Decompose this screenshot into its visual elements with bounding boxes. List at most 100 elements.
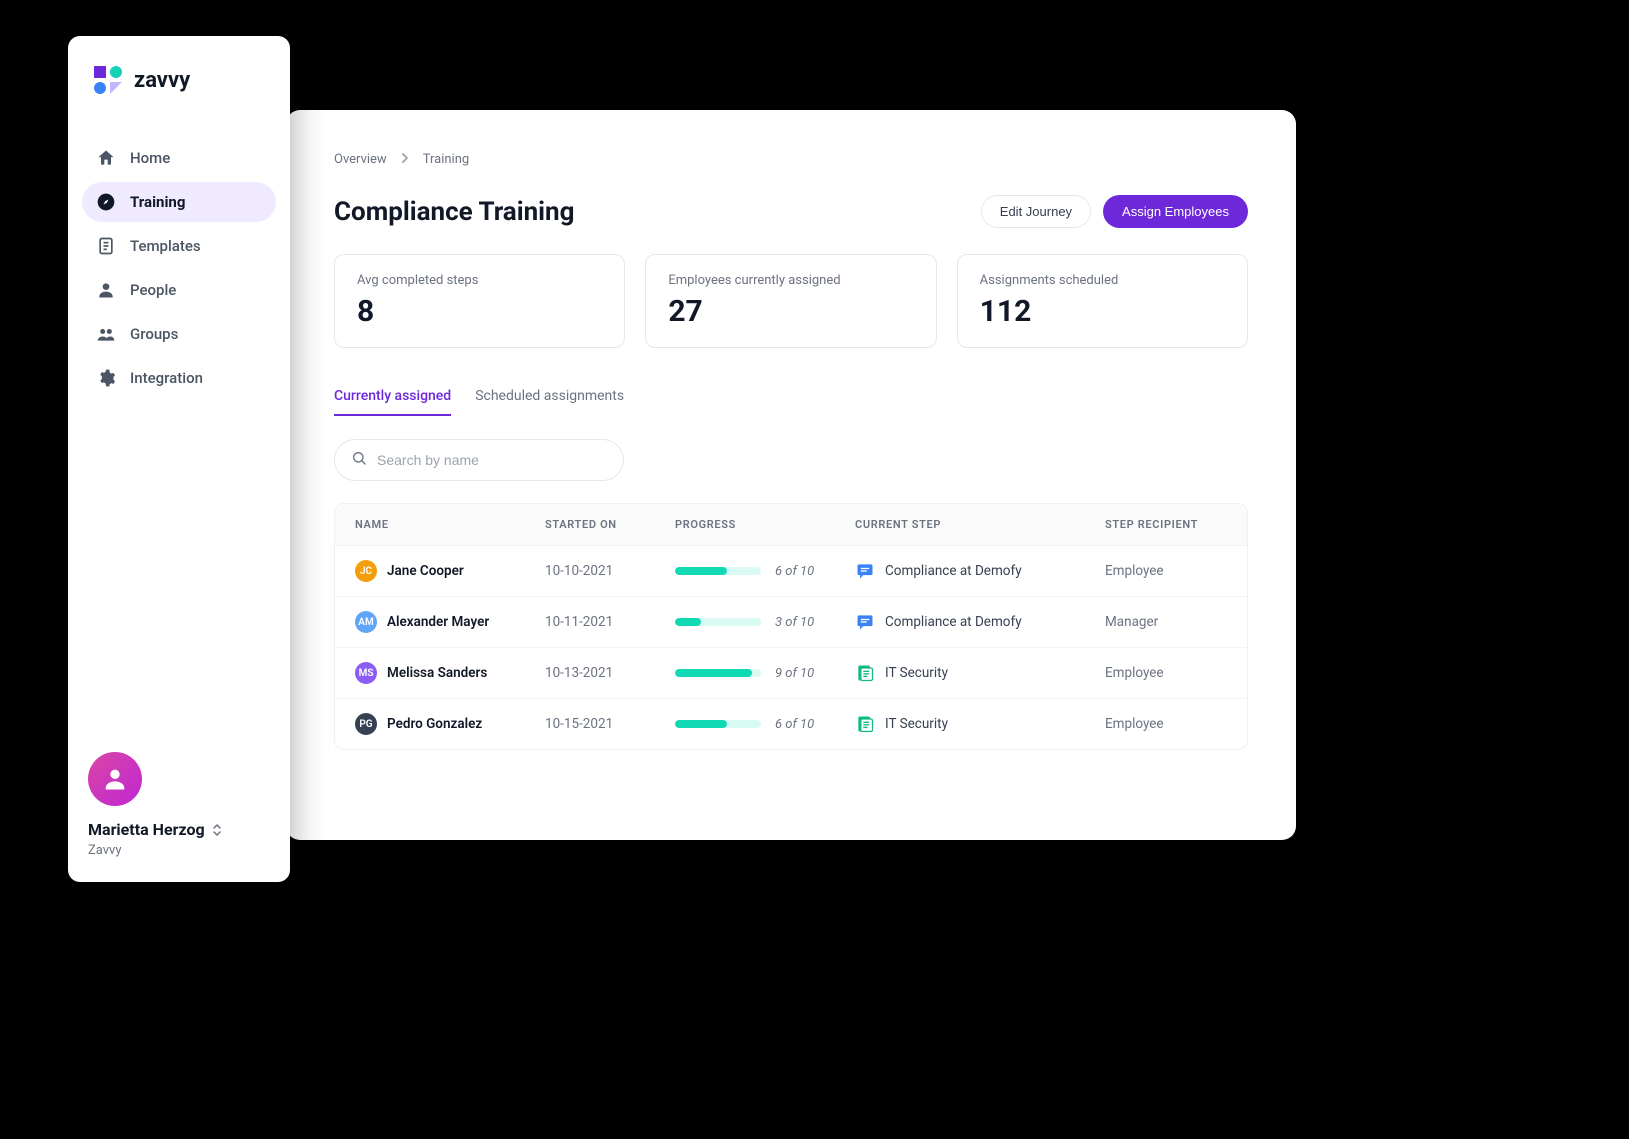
chat-icon — [855, 561, 875, 581]
progress-bar — [675, 720, 761, 728]
search-input-wrap[interactable] — [334, 439, 624, 481]
col-started: STARTED ON — [545, 518, 665, 531]
employee-name: Jane Cooper — [387, 563, 464, 579]
sidebar-item-label: Templates — [130, 237, 201, 255]
cell-recipient: Employee — [1105, 716, 1225, 732]
col-name: NAME — [355, 518, 535, 531]
user-name-text: Marietta Herzog — [88, 820, 205, 839]
avatar: AM — [355, 611, 377, 633]
employee-name: Alexander Mayer — [387, 614, 489, 630]
col-step: CURRENT STEP — [855, 518, 1095, 531]
sidebar-item-training[interactable]: Training — [82, 182, 276, 222]
tab-currently-assigned[interactable]: Currently assigned — [334, 382, 451, 416]
remove-button[interactable]: Remove — [1235, 612, 1248, 632]
sidebar-item-label: Home — [130, 149, 170, 167]
brand-logo[interactable]: zavvy — [82, 60, 276, 120]
stat-label: Avg completed steps — [357, 273, 602, 288]
table-row[interactable]: JCJane Cooper10-10-20216 of 10Compliance… — [335, 545, 1247, 596]
sidebar-item-people[interactable]: People — [82, 270, 276, 310]
avatar: MS — [355, 662, 377, 684]
cell-started: 10-15-2021 — [545, 716, 665, 732]
table-row[interactable]: AM Alexander Mayer 10-11-2021 3 of 10 Compli… — [335, 596, 1247, 647]
cell-name: JCJane Cooper — [355, 560, 535, 582]
progress-bar — [675, 669, 761, 677]
cell-recipient: Employee — [1105, 563, 1225, 579]
assign-employees-button[interactable]: Assign Employees — [1103, 195, 1248, 228]
stat-card: Employees currently assigned 27 — [645, 254, 936, 348]
sidebar-item-home[interactable]: Home — [82, 138, 276, 178]
sidebar-item-templates[interactable]: Templates — [82, 226, 276, 266]
progress-bar — [675, 567, 761, 575]
stats-row: Avg completed steps 8 Employees currently … — [334, 254, 1248, 348]
breadcrumb-root[interactable]: Overview — [334, 152, 387, 167]
step-name: IT Security — [885, 665, 948, 681]
employee-name: Melissa Sanders — [387, 665, 487, 681]
user-org: Zavvy — [88, 843, 122, 858]
gear-icon — [96, 368, 116, 388]
sidebar-item-integration[interactable]: Integration — [82, 358, 276, 398]
chat-icon — [855, 612, 875, 632]
step-name: Compliance at Demofy — [885, 614, 1022, 630]
user-name: Marietta Herzog — [88, 820, 223, 839]
cell-progress: 6 of 10 — [675, 717, 845, 732]
tab-scheduled-assignments[interactable]: Scheduled assignments — [475, 382, 624, 416]
search-icon — [351, 450, 367, 470]
col-recipient: STEP RECIPIENT — [1105, 518, 1225, 531]
stat-value: 8 — [357, 294, 602, 329]
sidebar-item-groups[interactable]: Groups — [82, 314, 276, 354]
remove-button[interactable]: Remove — [1235, 561, 1248, 581]
progress-text: 3 of 10 — [775, 615, 814, 630]
employee-name: Pedro Gonzalez — [387, 716, 482, 732]
cell-current-step: IT Security — [855, 714, 1095, 734]
tabs: Currently assigned Scheduled assignments — [334, 382, 1248, 417]
progress-text: 6 of 10 — [775, 717, 814, 732]
assignments-table: NAME STARTED ON PROGRESS CURRENT STEP ST… — [334, 503, 1248, 750]
chevron-right-icon — [401, 152, 409, 167]
document-icon — [855, 714, 875, 734]
cell-recipient: Employee — [1105, 665, 1225, 681]
stat-card: Assignments scheduled 112 — [957, 254, 1248, 348]
header-actions: Edit Journey Assign Employees — [981, 195, 1248, 228]
groups-icon — [96, 324, 116, 344]
cell-current-step: IT Security — [855, 663, 1095, 683]
cell-progress: 9 of 10 — [675, 666, 845, 681]
cell-started: 10-13-2021 — [545, 665, 665, 681]
cell-name: PG Pedro Gonzalez — [355, 713, 535, 735]
stat-value: 27 — [668, 294, 913, 329]
brand-logo-mark — [92, 64, 124, 96]
remove-button[interactable]: Remove — [1235, 714, 1248, 734]
main-panel: Overview Training Compliance Training Ed… — [286, 110, 1296, 840]
avatar: PG — [355, 713, 377, 735]
sidebar-item-label: Integration — [130, 369, 203, 387]
cell-started: 10-11-2021 — [545, 614, 665, 630]
table-header: NAME STARTED ON PROGRESS CURRENT STEP ST… — [335, 504, 1247, 545]
home-icon — [96, 148, 116, 168]
cell-current-step: Compliance at Demofy — [855, 561, 1095, 581]
sidebar-item-label: Training — [130, 193, 185, 211]
table-row[interactable]: PG Pedro Gonzalez 10-15-2021 6 of 10 IT Secu… — [335, 698, 1247, 749]
brand-name: zavvy — [134, 68, 190, 93]
stat-label: Assignments scheduled — [980, 273, 1225, 288]
stat-card: Avg completed steps 8 — [334, 254, 625, 348]
sidebar-user[interactable]: Marietta Herzog Zavvy — [82, 748, 276, 862]
progress-text: 6 of 10 — [775, 564, 814, 579]
cell-current-step: Compliance at Demofy — [855, 612, 1095, 632]
cell-progress: 6 of 10 — [675, 564, 845, 579]
updown-icon — [211, 823, 223, 837]
col-progress: PROGRESS — [675, 518, 845, 531]
progress-bar — [675, 618, 761, 626]
sidebar-item-label: People — [130, 281, 176, 299]
stat-label: Employees currently assigned — [668, 273, 913, 288]
stat-value: 112 — [980, 294, 1225, 329]
remove-button[interactable]: Remove — [1235, 663, 1248, 683]
table-row[interactable]: MS Melissa Sanders 10-13-2021 9 of 10 IT Sec… — [335, 647, 1247, 698]
document-icon — [855, 663, 875, 683]
cell-name: MS Melissa Sanders — [355, 662, 535, 684]
breadcrumb: Overview Training — [334, 152, 1248, 167]
step-name: IT Security — [885, 716, 948, 732]
breadcrumb-current: Training — [423, 152, 469, 167]
cell-name: AM Alexander Mayer — [355, 611, 535, 633]
edit-journey-button[interactable]: Edit Journey — [981, 195, 1091, 228]
search-input[interactable] — [377, 452, 607, 468]
page-title: Compliance Training — [334, 197, 574, 227]
